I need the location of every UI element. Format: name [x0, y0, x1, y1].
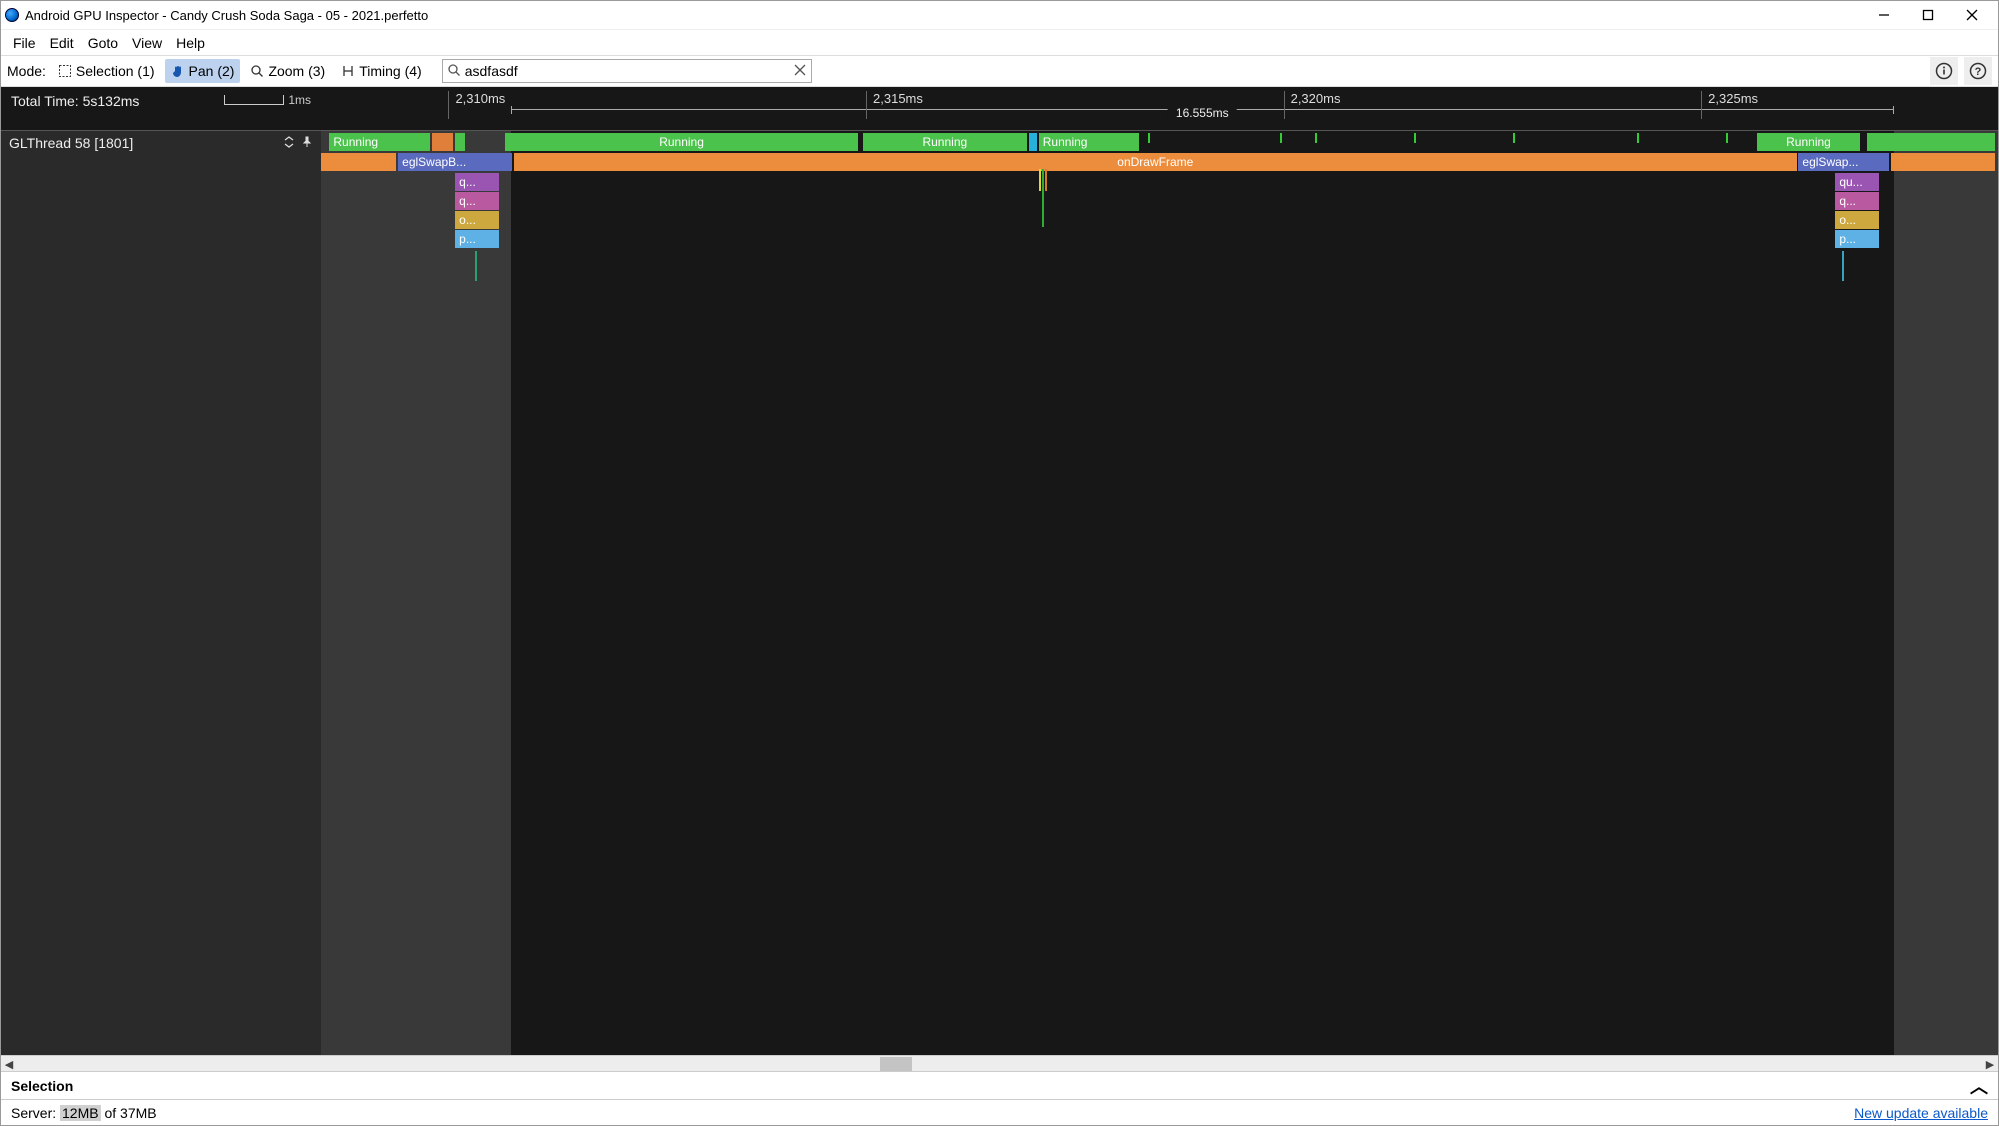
app-icon — [5, 8, 19, 22]
info-button[interactable] — [1930, 57, 1958, 85]
zoom-icon — [250, 64, 264, 78]
menu-edit[interactable]: Edit — [44, 33, 80, 53]
trace-event[interactable]: o... — [455, 211, 499, 229]
trace-event[interactable]: Running — [863, 133, 1027, 151]
trace-sliver[interactable] — [1042, 191, 1044, 227]
trace-event[interactable]: onDrawFrame — [514, 153, 1797, 171]
window-title: Android GPU Inspector - Candy Crush Soda… — [25, 8, 1862, 23]
ruler-tick: 2,310ms — [448, 91, 505, 119]
track-sidebar: GLThread 58 [1801] — [1, 131, 321, 1055]
titlebar: Android GPU Inspector - Candy Crush Soda… — [1, 1, 1998, 29]
thread-tick — [1280, 133, 1282, 143]
trace-sliver[interactable] — [1042, 169, 1044, 191]
thread-tick — [1637, 133, 1639, 143]
trace-event[interactable]: eglSwap... — [1798, 153, 1889, 171]
selection-icon — [58, 64, 72, 78]
time-scale: 1ms — [224, 93, 311, 107]
trace-event[interactable]: qu... — [1835, 173, 1879, 191]
trace-event[interactable]: q... — [1835, 192, 1879, 210]
ruler-tick: 2,325ms — [1701, 91, 1758, 119]
track-label: GLThread 58 [1801] — [9, 135, 133, 151]
pin-icon[interactable] — [301, 135, 313, 151]
thread-tick — [1148, 133, 1150, 143]
timeline-panel[interactable]: Total Time: 5s132ms 1ms 16.555ms 2,310ms… — [1, 87, 1998, 1055]
hand-icon — [171, 64, 185, 78]
search-icon — [447, 63, 461, 77]
trace-event[interactable]: o... — [1835, 211, 1879, 229]
trace-event[interactable]: p... — [1835, 230, 1879, 248]
timing-icon — [341, 64, 355, 78]
mode-zoom-label: Zoom (3) — [268, 63, 325, 79]
chevron-up-icon[interactable]: ︿ — [1970, 1073, 1988, 1099]
ruler-tick: 2,320ms — [1284, 91, 1341, 119]
search-input[interactable] — [442, 59, 812, 83]
scroll-left-button[interactable]: ◀ — [1, 1056, 17, 1072]
mode-pan-button[interactable]: Pan (2) — [165, 59, 241, 83]
scroll-right-button[interactable]: ▶ — [1982, 1056, 1998, 1072]
menu-goto[interactable]: Goto — [82, 33, 124, 53]
horizontal-scrollbar[interactable]: ◀ ▶ — [1, 1055, 1998, 1071]
trace-event[interactable]: q... — [455, 192, 499, 210]
mode-timing-label: Timing (4) — [359, 63, 422, 79]
total-time-label: Total Time: 5s132ms — [11, 93, 139, 109]
trace-event[interactable]: eglSwapB... — [398, 153, 512, 171]
mode-pan-label: Pan (2) — [189, 63, 235, 79]
menu-help[interactable]: Help — [170, 33, 211, 53]
trace-event[interactable]: q... — [455, 173, 499, 191]
mode-selection-label: Selection (1) — [76, 63, 155, 79]
time-scale-label: 1ms — [288, 93, 311, 107]
trace-event[interactable]: Running — [505, 133, 857, 151]
maximize-button[interactable] — [1906, 3, 1950, 27]
help-button[interactable]: ? — [1964, 57, 1992, 85]
tracks-area[interactable]: GLThread 58 [1801] Running Running Running — [1, 131, 1998, 1055]
trace-event[interactable]: p... — [455, 230, 499, 248]
trace-event[interactable]: Running — [329, 133, 430, 151]
minimize-button[interactable] — [1862, 3, 1906, 27]
trace-sliver[interactable] — [1842, 251, 1844, 281]
menu-file[interactable]: File — [7, 33, 42, 53]
trace-event[interactable] — [321, 153, 396, 171]
server-memory: Server: 12MB of 37MB — [11, 1105, 157, 1121]
mode-zoom-button[interactable]: Zoom (3) — [244, 59, 331, 83]
menubar: File Edit Goto View Help — [1, 29, 1998, 55]
trace-event[interactable] — [455, 133, 465, 151]
trace-sliver[interactable] — [475, 251, 477, 281]
statusbar: Server: 12MB of 37MB New update availabl… — [1, 1099, 1998, 1125]
visible-duration-label: 16.555ms — [1168, 106, 1237, 120]
selection-panel-header[interactable]: Selection ︿ — [1, 1071, 1998, 1099]
close-button[interactable] — [1950, 3, 1994, 27]
mode-label: Mode: — [7, 63, 46, 79]
trace-event[interactable] — [1891, 153, 1995, 171]
trace-event[interactable] — [1867, 133, 1994, 151]
trace-sliver[interactable] — [1039, 169, 1041, 191]
thread-tick — [1513, 133, 1515, 143]
trace-event[interactable]: Running — [1039, 133, 1140, 151]
menu-view[interactable]: View — [126, 33, 168, 53]
thread-tick — [1315, 133, 1317, 143]
scroll-thumb[interactable] — [880, 1057, 912, 1071]
trace-event[interactable]: Running — [1757, 133, 1861, 151]
clear-search-button[interactable] — [793, 63, 807, 77]
visible-duration: 16.555ms — [511, 109, 1895, 110]
new-update-link[interactable]: New update available — [1854, 1105, 1988, 1121]
thread-tick — [1414, 133, 1416, 143]
toolbar: Mode: Selection (1) Pan (2) Zoom (3) Tim… — [1, 55, 1998, 87]
trace-event[interactable] — [432, 133, 454, 151]
track-header[interactable]: GLThread 58 [1801] — [1, 131, 321, 155]
ruler-tick: 2,315ms — [866, 91, 923, 119]
mode-selection-button[interactable]: Selection (1) — [52, 59, 161, 83]
trace-event[interactable] — [1029, 133, 1037, 151]
svg-text:?: ? — [1975, 66, 1982, 78]
timeline-ruler[interactable]: Total Time: 5s132ms 1ms 16.555ms 2,310ms… — [1, 87, 1998, 131]
thread-tick — [1726, 133, 1728, 143]
collapse-icon[interactable] — [283, 135, 295, 151]
trace-sliver[interactable] — [1045, 169, 1047, 191]
selection-title: Selection — [11, 1078, 73, 1094]
mode-timing-button[interactable]: Timing (4) — [335, 59, 428, 83]
